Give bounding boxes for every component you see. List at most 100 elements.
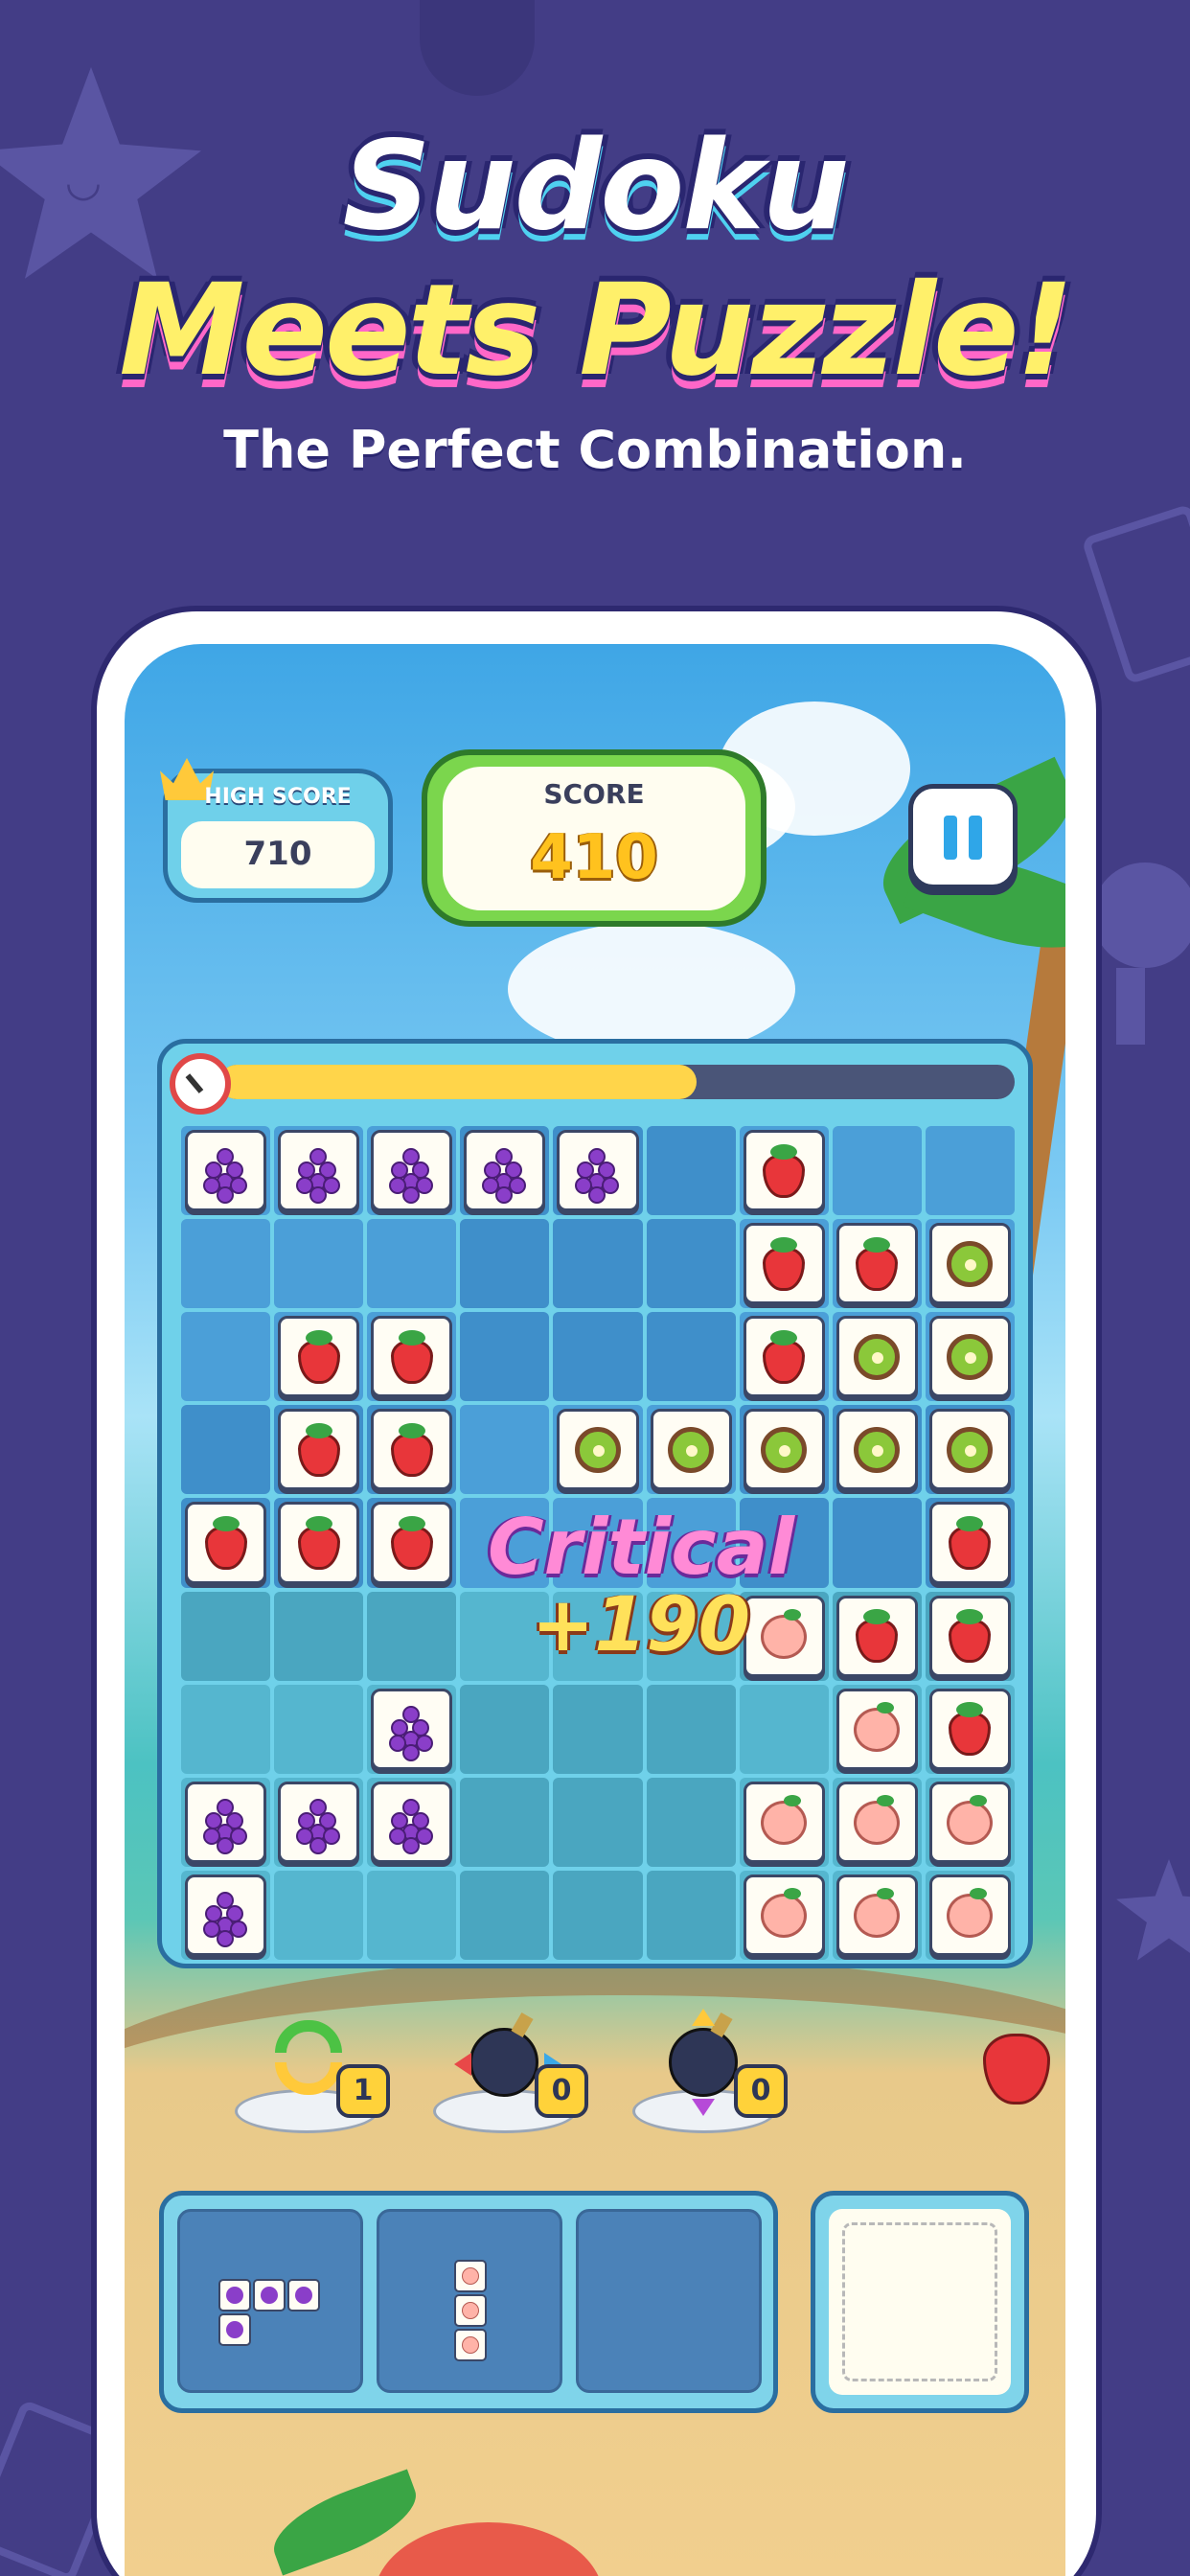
peach-tile xyxy=(928,1781,1011,1863)
grid-cell[interactable] xyxy=(553,1312,643,1402)
bomb-vertical-booster-button[interactable]: 0 xyxy=(632,2005,788,2149)
grid-cell[interactable] xyxy=(739,1684,829,1774)
timer-bar xyxy=(219,1065,1015,1099)
grid-cell[interactable] xyxy=(739,1870,829,1960)
grid-cell[interactable] xyxy=(739,1312,829,1402)
grid-cell[interactable] xyxy=(181,1312,271,1402)
grid-cell[interactable] xyxy=(646,1684,736,1774)
grid-cell[interactable] xyxy=(181,1498,271,1588)
piece-slot-1[interactable] xyxy=(177,2209,363,2393)
grid-cell[interactable] xyxy=(832,1777,922,1867)
grid-cell[interactable] xyxy=(460,1312,550,1402)
grid-cell[interactable] xyxy=(367,1777,457,1867)
grid-cell[interactable] xyxy=(181,1405,271,1495)
peach-mini-tile xyxy=(454,2294,487,2327)
booster-count-badge: 1 xyxy=(336,2064,390,2118)
grid-cell[interactable] xyxy=(646,1126,736,1216)
grid-cell[interactable] xyxy=(925,1591,1015,1681)
grid-cell[interactable] xyxy=(739,1777,829,1867)
grid-cell[interactable] xyxy=(646,1777,736,1867)
grid-cell[interactable] xyxy=(832,1684,922,1774)
joystick-stick-decoration xyxy=(1116,968,1145,1045)
grid-cell[interactable] xyxy=(181,1219,271,1309)
grid-cell[interactable] xyxy=(460,1219,550,1309)
grid-cell[interactable] xyxy=(832,1498,922,1588)
grid-cell[interactable] xyxy=(553,1684,643,1774)
grid-cell[interactable] xyxy=(832,1870,922,1960)
grid-cell[interactable] xyxy=(925,1498,1015,1588)
grid-cell[interactable] xyxy=(553,1126,643,1216)
bomb-horizontal-booster-button[interactable]: 0 xyxy=(433,2005,588,2149)
high-score-value: 710 xyxy=(243,835,312,873)
grid-cell[interactable] xyxy=(367,1405,457,1495)
strawberry-tile xyxy=(743,1223,825,1305)
grid-cell[interactable] xyxy=(367,1591,457,1681)
grid-cell[interactable] xyxy=(367,1498,457,1588)
peach-mini-tile xyxy=(454,2260,487,2292)
peach-tile xyxy=(928,1874,1011,1956)
grid-cell[interactable] xyxy=(274,1219,364,1309)
grid-cell[interactable] xyxy=(460,1405,550,1495)
grid-cell[interactable] xyxy=(925,1684,1015,1774)
grid-cell[interactable] xyxy=(646,1405,736,1495)
grid-cell[interactable] xyxy=(832,1312,922,1402)
grid-cell[interactable] xyxy=(925,1126,1015,1216)
arrow-left-icon xyxy=(454,2053,471,2076)
grid-cell[interactable] xyxy=(274,1498,364,1588)
peach-tile xyxy=(743,1874,825,1956)
piece-slot-3[interactable] xyxy=(576,2209,762,2393)
grid-cell[interactable] xyxy=(553,1405,643,1495)
grid-cell[interactable] xyxy=(274,1126,364,1216)
grid-cell[interactable] xyxy=(367,1126,457,1216)
grid-cell[interactable] xyxy=(646,1219,736,1309)
grid-cell[interactable] xyxy=(274,1312,364,1402)
grid-cell[interactable] xyxy=(832,1591,922,1681)
grid-cell[interactable] xyxy=(367,1312,457,1402)
grid-cell[interactable] xyxy=(181,1684,271,1774)
grid-cell[interactable] xyxy=(181,1591,271,1681)
grape-icon xyxy=(383,1700,441,1762)
refresh-arrow-yellow xyxy=(275,2062,342,2095)
grid-cell[interactable] xyxy=(274,1870,364,1960)
grid-cell[interactable] xyxy=(367,1870,457,1960)
shuffle-booster-button[interactable]: 1 xyxy=(235,2005,390,2149)
piece-slot-2[interactable] xyxy=(377,2209,562,2393)
grid-cell[interactable] xyxy=(925,1405,1015,1495)
grid-cell[interactable] xyxy=(274,1591,364,1681)
tagline: The Perfect Combination. xyxy=(223,420,967,480)
grid-cell[interactable] xyxy=(460,1126,550,1216)
grid-cell[interactable] xyxy=(925,1219,1015,1309)
grid-cell[interactable] xyxy=(925,1870,1015,1960)
grid-cell[interactable] xyxy=(553,1777,643,1867)
grid-cell[interactable] xyxy=(367,1219,457,1309)
grid-cell[interactable] xyxy=(460,1870,550,1960)
grid-cell[interactable] xyxy=(832,1219,922,1309)
peach-icon xyxy=(848,1793,905,1851)
grid-cell[interactable] xyxy=(925,1777,1015,1867)
grid-cell[interactable] xyxy=(181,1126,271,1216)
hold-slot[interactable] xyxy=(811,2191,1029,2413)
grid-cell[interactable] xyxy=(460,1684,550,1774)
grid-cell[interactable] xyxy=(739,1219,829,1309)
pause-button[interactable] xyxy=(908,784,1018,889)
kiwi-tile xyxy=(928,1409,1011,1491)
grid-cell[interactable] xyxy=(367,1684,457,1774)
grid-cell[interactable] xyxy=(274,1777,364,1867)
grid-cell[interactable] xyxy=(739,1405,829,1495)
strawberry-icon xyxy=(197,1514,255,1572)
grid-cell[interactable] xyxy=(646,1312,736,1402)
grid-cell[interactable] xyxy=(553,1870,643,1960)
grid-cell[interactable] xyxy=(832,1405,922,1495)
grid-cell[interactable] xyxy=(460,1777,550,1867)
grid-cell[interactable] xyxy=(739,1126,829,1216)
grid-cell[interactable] xyxy=(925,1312,1015,1402)
grid-cell[interactable] xyxy=(274,1684,364,1774)
grid-cell[interactable] xyxy=(181,1777,271,1867)
strawberry-tile xyxy=(928,1688,1011,1770)
grid-cell[interactable] xyxy=(832,1126,922,1216)
grid-cell[interactable] xyxy=(553,1219,643,1309)
kiwi-tile xyxy=(835,1316,918,1398)
grid-cell[interactable] xyxy=(181,1870,271,1960)
grid-cell[interactable] xyxy=(646,1870,736,1960)
grid-cell[interactable] xyxy=(274,1405,364,1495)
